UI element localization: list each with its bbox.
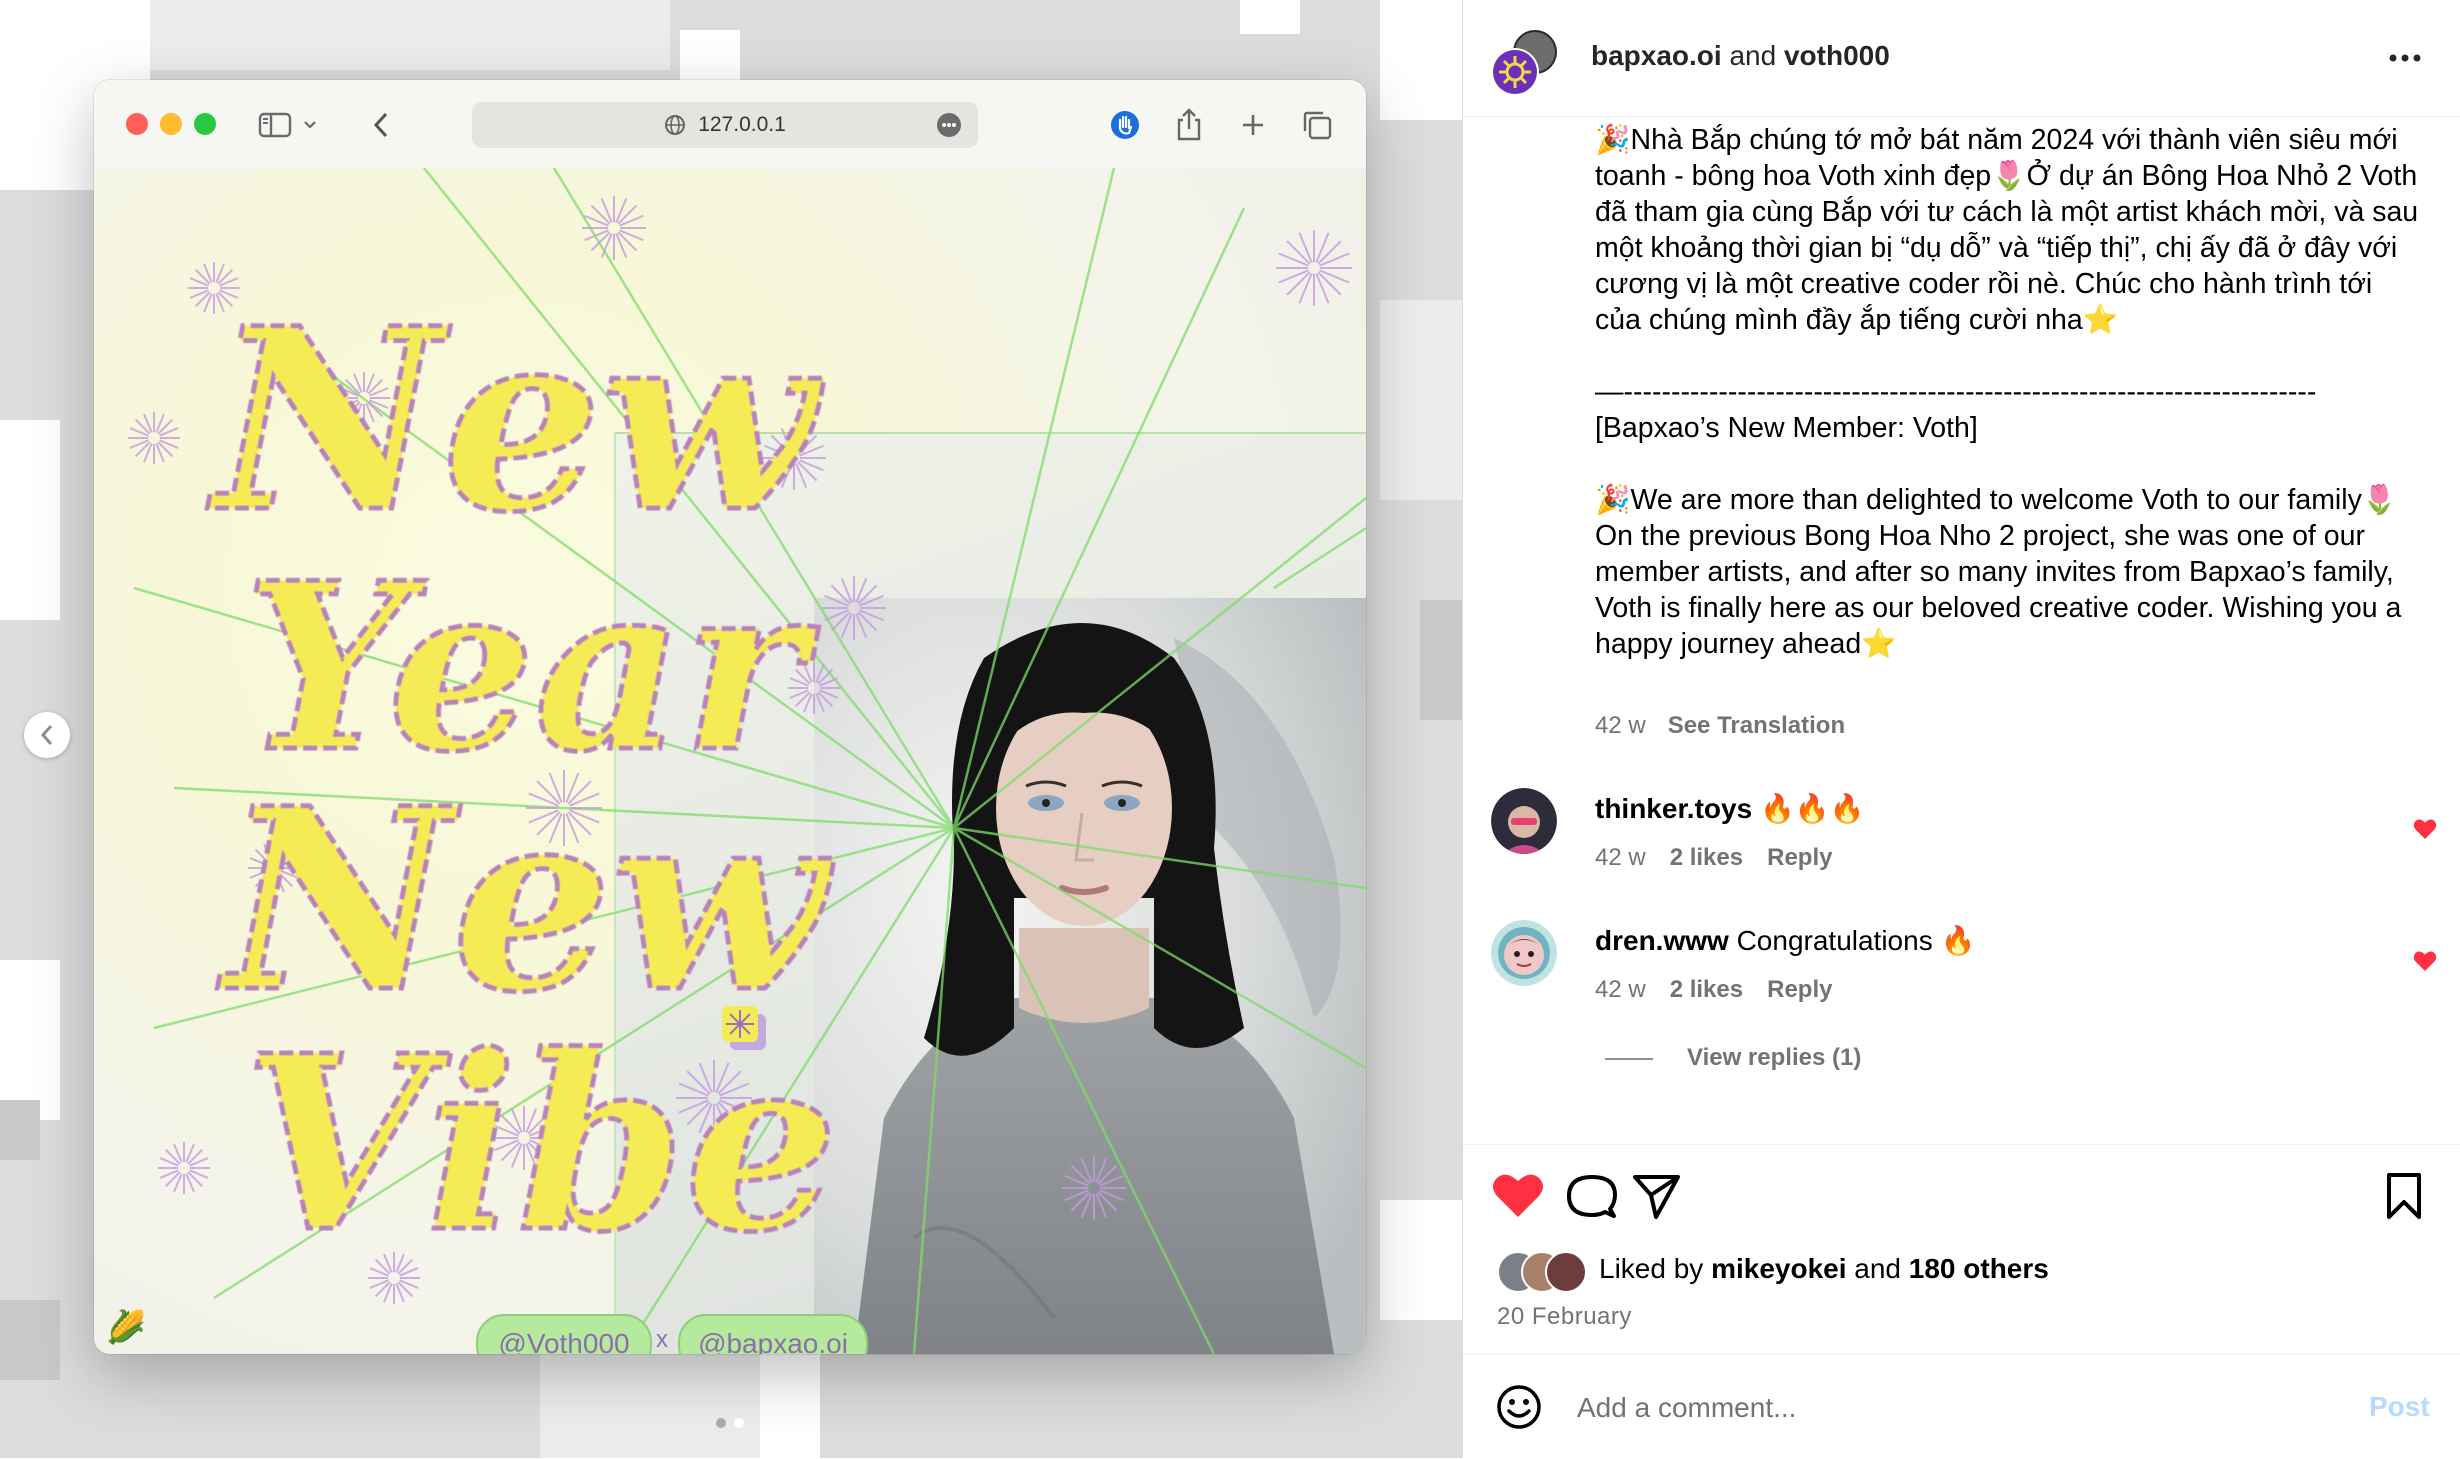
liked-user-link[interactable]: mikeyokei <box>1711 1253 1846 1284</box>
carousel-dot-active[interactable] <box>734 1418 744 1428</box>
caption-meta: 42 w See Translation <box>1595 712 1845 740</box>
reply-button[interactable]: Reply <box>1767 976 1832 1003</box>
emoji-smile-icon[interactable] <box>1495 1383 1543 1431</box>
comment-username[interactable]: dren.www <box>1595 925 1729 956</box>
liked-others-link[interactable]: 180 others <box>1909 1253 2049 1284</box>
comment-body: thinker.toys 🔥🔥🔥 <box>1595 792 1865 825</box>
authors-joiner: and <box>1721 40 1784 71</box>
comment-bubble-icon[interactable] <box>1565 1171 1619 1221</box>
comment-body: dren.www Congratulations 🔥 <box>1595 924 1975 957</box>
bg-tile <box>760 1354 820 1458</box>
page-menu-icon[interactable] <box>936 112 962 138</box>
comment-meta: 42 w 2 likes Reply <box>1595 844 1856 872</box>
sidebar-toggle-icon[interactable] <box>258 108 292 142</box>
comment-age: 42 w <box>1595 976 1646 1003</box>
heart-filled-icon[interactable] <box>1491 1171 1545 1221</box>
chevron-down-icon[interactable] <box>300 108 320 142</box>
tag-voth: @Voth000 <box>476 1314 652 1354</box>
url-text: 127.0.0.1 <box>698 113 786 136</box>
post-caption: 🎉Nhà Bắp chúng tớ mở bát năm 2024 với th… <box>1595 122 2425 662</box>
comment-age: 42 w <box>1595 844 1646 871</box>
new-tab-icon[interactable] <box>1236 108 1270 142</box>
bg-tile <box>1380 1200 1462 1320</box>
post-media: 127.0.0.1 New Year New Vibe @Voth000 x @… <box>0 0 1462 1458</box>
bg-tile <box>0 1100 40 1160</box>
comment-text: 🔥🔥🔥 <box>1759 793 1865 824</box>
headline-line-1: New <box>207 273 825 567</box>
caption-english: 🎉We are more than delighted to welcome V… <box>1595 484 2410 660</box>
bg-tile <box>1240 0 1300 34</box>
liked-prefix: Liked by <box>1599 1253 1712 1284</box>
bg-tile <box>1380 0 1462 120</box>
paper-plane-icon[interactable] <box>1629 1171 1683 1221</box>
liked-and: and <box>1846 1253 1909 1284</box>
headline-artwork: New Year New Vibe <box>205 271 841 1288</box>
author-avatar[interactable] <box>1491 28 1559 96</box>
corn-emoji: 🌽 <box>106 1309 146 1345</box>
caption-divider: —---------------------------------------… <box>1595 376 2317 408</box>
see-translation-link[interactable]: See Translation <box>1668 712 1845 739</box>
globe-icon <box>665 115 686 135</box>
previous-media-button[interactable] <box>24 712 70 758</box>
bg-tile <box>1380 300 1462 500</box>
reply-button[interactable]: Reply <box>1767 844 1832 871</box>
tab-overview-icon[interactable] <box>1300 108 1334 142</box>
tag-bapxao: @bapxao.oi <box>678 1314 868 1354</box>
post-sidebar: bapxao.oi and voth000 🎉Nhà Bắp chúng tớ … <box>1462 0 2460 1458</box>
more-horizontal-icon[interactable] <box>2383 38 2427 78</box>
bg-tile <box>150 0 670 70</box>
heart-filled-icon[interactable] <box>2413 818 2437 840</box>
comment-composer: Post <box>1463 1354 2460 1459</box>
browser-titlebar: 127.0.0.1 <box>94 80 1366 169</box>
replies-line <box>1605 1057 1653 1060</box>
caption-age: 42 w <box>1595 712 1646 739</box>
caption-vietnamese: 🎉Nhà Bắp chúng tớ mở bát năm 2024 với th… <box>1595 124 2427 336</box>
liked-by: Liked by mikeyokei and 180 others <box>1599 1253 2049 1285</box>
artwork-canvas: New Year New Vibe @Voth000 x @bapxao.oi … <box>94 168 1366 1354</box>
coauthor-link[interactable]: voth000 <box>1784 40 1890 71</box>
tag-separator: x <box>656 1326 668 1353</box>
carousel-dot[interactable] <box>716 1418 726 1428</box>
bookmark-icon[interactable] <box>2377 1171 2431 1221</box>
comment-meta: 42 w 2 likes Reply <box>1595 976 1856 1004</box>
commenter-avatar[interactable] <box>1491 920 1557 986</box>
view-replies-button[interactable]: View replies (1) <box>1605 1044 1861 1072</box>
author-link[interactable]: bapxao.oi <box>1591 40 1722 71</box>
comment-text: Congratulations 🔥 <box>1736 925 1976 956</box>
bg-tile <box>0 1300 60 1380</box>
address-bar[interactable]: 127.0.0.1 <box>472 102 978 148</box>
zoom-window-button[interactable] <box>194 113 216 135</box>
comment-likes[interactable]: 2 likes <box>1670 844 1743 871</box>
post-actions: Liked by mikeyokei and 180 others 20 Feb… <box>1463 1144 2460 1330</box>
post-date[interactable]: 20 February <box>1497 1303 1632 1331</box>
chevron-left-icon <box>40 725 53 745</box>
bg-tile <box>0 960 60 1120</box>
browser-window: 127.0.0.1 New Year New Vibe @Voth000 x @… <box>94 80 1366 1354</box>
post-comment-button[interactable]: Post <box>2369 1391 2430 1423</box>
view-replies-label: View replies (1) <box>1687 1044 1862 1071</box>
comment-likes[interactable]: 2 likes <box>1670 976 1743 1003</box>
back-icon[interactable] <box>364 108 398 142</box>
bg-tile <box>1420 600 1462 720</box>
heart-filled-icon[interactable] <box>2413 950 2437 972</box>
minimize-window-button[interactable] <box>160 113 182 135</box>
caption-english-title: [Bapxao’s New Member: Voth] <box>1595 412 1978 444</box>
post-header: bapxao.oi and voth000 <box>1463 0 2460 117</box>
close-window-button[interactable] <box>126 113 148 135</box>
privacy-hand-icon[interactable] <box>1108 108 1142 142</box>
comment-input[interactable] <box>1575 1385 2259 1431</box>
share-icon[interactable] <box>1172 108 1206 142</box>
commenter-avatar[interactable] <box>1491 788 1557 854</box>
comment-username[interactable]: thinker.toys <box>1595 793 1752 824</box>
liker-avatar[interactable] <box>1545 1251 1587 1293</box>
bg-tile <box>0 420 60 620</box>
post-authors: bapxao.oi and voth000 <box>1591 40 1890 72</box>
